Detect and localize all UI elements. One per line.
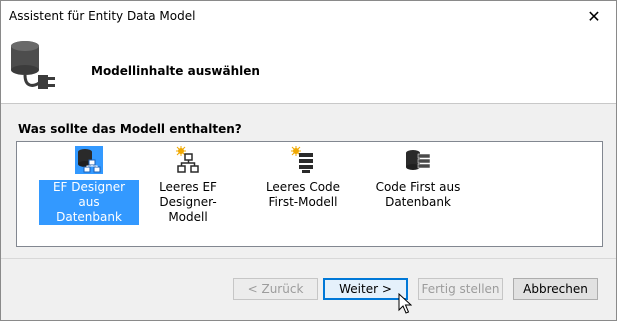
option-empty-ef-designer[interactable]: Leeres EF Designer-Modell [138,146,238,225]
back-button[interactable]: < Zurück [233,278,318,300]
database-plug-icon [11,41,55,89]
cancel-button[interactable]: Abbrechen [513,278,598,300]
content-area: Was sollte das Modell enthalten? EF Desi… [1,104,616,258]
option-label: Leeres Code First-Modell [265,180,341,209]
page-title: Modellinhalte auswählen [91,64,260,78]
window-title: Assistent für Entity Data Model [9,9,196,23]
database-model-icon [75,146,103,174]
mouse-cursor-icon [398,293,412,314]
wizard-footer: < Zurück Weiter > Fertig stellen Abbrech… [1,259,616,320]
empty-code-first-icon [291,146,313,173]
option-label: Leeres EF Designer-Modell [159,180,217,224]
code-first-database-icon [406,150,431,170]
model-options-list[interactable]: EF Designer aus Datenbank Leeres EF Design… [16,141,603,247]
close-button[interactable]: ✕ [572,1,616,31]
title-bar: Assistent für Entity Data Model ✕ [1,1,616,31]
option-empty-code-first[interactable]: Leeres Code First-Modell [253,146,353,210]
wizard-window: Assistent für Entity Data Model ✕ Modell… [0,0,617,321]
option-label: Code First aus Datenbank [375,180,461,209]
option-code-first-from-db[interactable]: Code First aus Datenbank [368,146,468,210]
option-ef-designer-from-db[interactable]: EF Designer aus Datenbank [39,146,139,225]
wizard-header: Modellinhalte auswählen [1,31,616,103]
next-button[interactable]: Weiter > [323,278,408,300]
finish-button[interactable]: Fertig stellen [418,278,503,300]
option-label: EF Designer aus Datenbank [39,180,139,225]
empty-model-icon [176,146,199,173]
close-icon: ✕ [587,6,601,26]
question-label: Was sollte das Modell enthalten? [18,122,242,136]
